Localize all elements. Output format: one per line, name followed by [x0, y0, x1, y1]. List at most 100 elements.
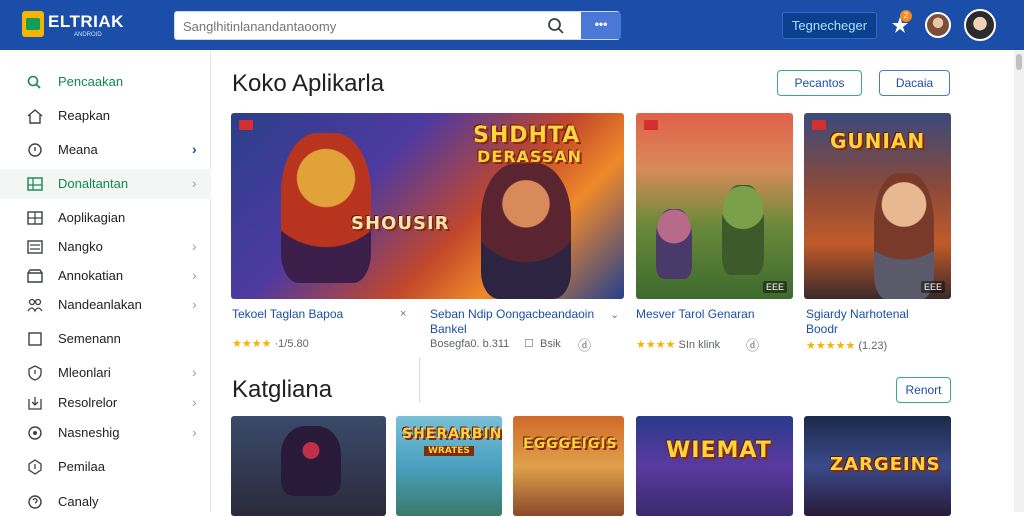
sidebar-item-label: Donaltantan: [58, 176, 129, 191]
app-title[interactable]: Tekoel Taglan Bapoa: [232, 307, 343, 321]
sidebar-item-donaltantan[interactable]: Donaltantan ›: [0, 169, 211, 199]
rating-text: SIn: [678, 339, 696, 351]
sidebar: Pencaakan Reapkan Meana › Donaltantan › …: [0, 50, 211, 512]
app-card-image[interactable]: SHDHTA DERASSAN SHOUSIR: [231, 113, 624, 299]
app-meta: Bosegfa0. b.311: [430, 338, 510, 350]
chevron-right-icon[interactable]: ›: [192, 364, 197, 380]
app-card-image[interactable]: WIEMAT: [636, 416, 793, 516]
section-title: Katgliana: [232, 376, 333, 403]
info-icon[interactable]: ⓓ: [746, 335, 759, 354]
close-icon[interactable]: ×: [400, 308, 406, 320]
notification-badge: 2: [900, 10, 912, 22]
avatar[interactable]: [925, 12, 951, 38]
sidebar-item-search[interactable]: Pencaakan: [0, 67, 211, 97]
character-art: [281, 426, 341, 496]
search-icon: [27, 75, 41, 89]
clock-icon: [28, 143, 42, 157]
sidebar-item-mleonlari[interactable]: Mleonlari ›: [0, 358, 211, 388]
game-logo-text: GUNIAN: [830, 129, 926, 153]
divider: [419, 358, 420, 402]
app-rating: ★★★★★ (1.23): [806, 339, 887, 352]
sidebar-item-label: Nangko: [58, 239, 103, 254]
checkbox-icon[interactable]: ☐: [524, 337, 534, 350]
sidebar-item-semenann[interactable]: Semenann: [0, 324, 211, 354]
sidebar-item-label: Pencaakan: [58, 74, 124, 89]
sidebar-item-canaly[interactable]: Canaly: [0, 487, 211, 517]
section-title: Koko Aplikarla: [232, 70, 385, 97]
chevron-down-icon[interactable]: ⌄: [610, 308, 619, 321]
search-icon[interactable]: [547, 17, 565, 35]
game-logo-text: ZARGEINS: [830, 454, 941, 475]
scrollbar[interactable]: [1014, 50, 1024, 512]
sidebar-item-label: Mleonlari: [58, 365, 111, 380]
report-button[interactable]: Renort: [896, 377, 951, 403]
game-logo-text: SHERARBIN: [402, 426, 502, 442]
profile-avatar[interactable]: [964, 9, 996, 41]
sidebar-item-resolrelor[interactable]: Resolrelor ›: [0, 388, 211, 418]
logo-text: ELTRIAK: [48, 12, 124, 31]
character-art: [722, 185, 764, 275]
list-icon: [27, 240, 43, 254]
shield-icon: [28, 365, 42, 381]
top-bar: ELTRIAK ANDROID ••• Tegnecheger 2: [0, 0, 1024, 50]
app-card-image[interactable]: GUNIAN EEE: [804, 113, 951, 299]
app-logo[interactable]: ELTRIAK ANDROID: [22, 9, 123, 41]
character-art: [656, 209, 692, 279]
sidebar-item-nasneshig[interactable]: Nasneshig ›: [0, 418, 211, 448]
sidebar-item-home[interactable]: Reapkan: [0, 101, 211, 131]
sidebar-item-pemilaa[interactable]: Pemilaa: [0, 452, 211, 482]
info-icon: [28, 426, 42, 440]
sidebar-item-annokatian[interactable]: Annokatian ›: [0, 261, 211, 291]
chevron-right-icon[interactable]: ›: [192, 296, 197, 312]
app-card-image[interactable]: EEE: [636, 113, 793, 299]
filter-button[interactable]: Pecantos: [777, 70, 862, 96]
square-icon: [28, 332, 42, 346]
app-card-image[interactable]: SHERARBIN WRATES: [396, 416, 502, 516]
corner-label: EEE: [920, 281, 945, 293]
sidebar-item-apps[interactable]: Aoplikagian: [0, 203, 211, 233]
search-input[interactable]: [183, 16, 543, 36]
chevron-right-icon[interactable]: ›: [192, 141, 197, 157]
app-title[interactable]: Mesver Tarol Genaran: [636, 307, 755, 321]
badge-icon: [28, 459, 42, 475]
game-logo-text: WIEMAT: [666, 438, 772, 463]
chevron-right-icon[interactable]: ›: [192, 394, 197, 410]
app-subtitle: Bankel: [430, 322, 467, 336]
chevron-right-icon[interactable]: ›: [192, 424, 197, 440]
game-logo-text: DERASSAN: [477, 147, 583, 166]
sidebar-item-label: Annokatian: [58, 268, 124, 283]
chevron-right-icon[interactable]: ›: [192, 267, 197, 283]
rating-text: ·1/5.80: [274, 338, 309, 350]
app-meta-secondary: Bsik: [540, 338, 561, 350]
chevron-right-icon[interactable]: ›: [192, 175, 197, 191]
stars-icon: ★★★★: [232, 338, 272, 350]
sidebar-item-nandeanlakan[interactable]: Nandeanlakan ›: [0, 290, 211, 320]
app-title[interactable]: Seban Ndip Oongacbeandaoin: [430, 307, 594, 321]
rating-text: (1.23): [858, 340, 888, 352]
sidebar-item-nangko[interactable]: Nangko ›: [0, 232, 211, 262]
character-art: [481, 163, 571, 299]
people-icon: [27, 298, 43, 313]
flag-badge: [239, 120, 253, 130]
chevron-right-icon[interactable]: ›: [192, 238, 197, 254]
app-card-image[interactable]: [231, 416, 386, 516]
sidebar-item-meana[interactable]: Meana ›: [0, 135, 211, 165]
app-title[interactable]: Sgiardy Narhotenal: [806, 307, 909, 321]
sidebar-item-label: Nasneshig: [58, 425, 120, 440]
app-card-image[interactable]: ZARGEINS: [804, 416, 951, 516]
app-card-image[interactable]: EGGGEIGIS: [513, 416, 624, 516]
search-options-button[interactable]: •••: [581, 12, 621, 39]
info-icon[interactable]: ⓓ: [578, 335, 591, 354]
scrollbar-thumb[interactable]: [1016, 54, 1022, 70]
home-icon: [27, 109, 43, 124]
game-logo-subtext: WRATES: [424, 446, 474, 456]
app-rating: ★★★★ SIn klink: [636, 338, 720, 351]
register-button[interactable]: Tegnecheger: [782, 12, 877, 39]
store-icon: [27, 269, 43, 283]
flag-badge: [644, 120, 658, 130]
game-logo-text: SHOUSIR: [351, 213, 450, 234]
search-bar: •••: [174, 11, 621, 40]
more-button[interactable]: Dacaia: [879, 70, 950, 96]
grid-icon: [27, 177, 43, 191]
sidebar-item-label: Resolrelor: [58, 395, 118, 410]
